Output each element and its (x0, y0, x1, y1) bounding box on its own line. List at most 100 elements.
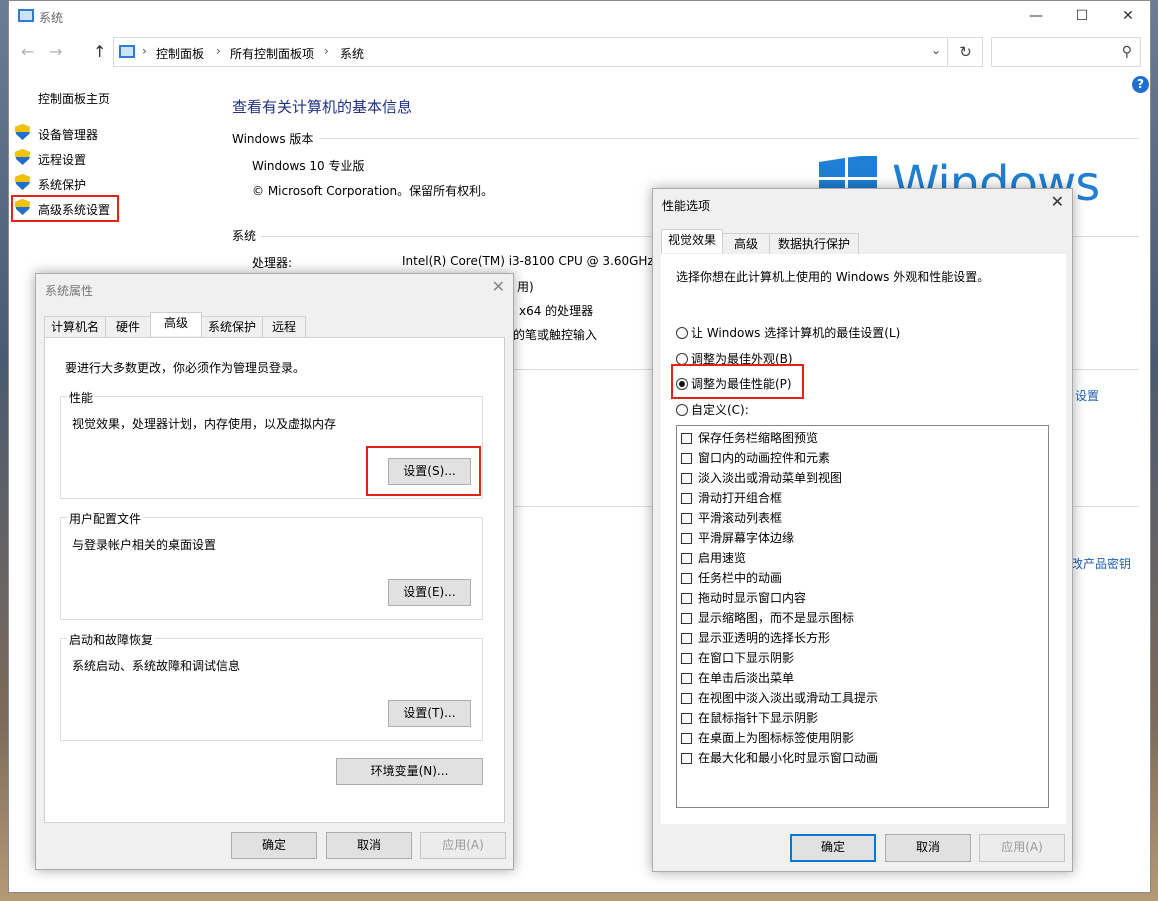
help-icon[interactable]: ? (1132, 76, 1149, 93)
address-bar[interactable]: › 控制面板 › 所有控制面板项 › 系统 ⌄ (113, 37, 948, 67)
search-input[interactable]: ⚲ (991, 37, 1141, 67)
performance-label: 性能 (67, 389, 96, 406)
sidebar-item-system-protection[interactable]: 系统保护 (38, 176, 86, 193)
checkbox-item[interactable]: 平滑屏幕字体边缘 (681, 529, 794, 546)
checkbox-item[interactable]: 窗口内的动画控件和元素 (681, 449, 830, 466)
divider (319, 138, 1139, 139)
forward-arrow-icon[interactable]: → (49, 42, 62, 61)
checkbox-item[interactable]: 在桌面上为图标标签使用阴影 (681, 729, 854, 746)
tab-hardware[interactable]: 硬件 (105, 316, 151, 337)
processor-label: 处理器: (252, 256, 293, 270)
user-profiles-group: 用户配置文件 与登录帐户相关的桌面设置 设置(E)... (60, 510, 483, 620)
user-profiles-settings-button[interactable]: 设置(E)... (388, 579, 471, 606)
checkbox-item[interactable]: 任务栏中的动画 (681, 569, 782, 586)
search-icon: ⚲ (1121, 44, 1132, 60)
control-panel-icon (119, 45, 135, 58)
checkbox (681, 453, 692, 464)
cancel-button[interactable]: 取消 (326, 832, 412, 859)
sidebar-item-remote-settings[interactable]: 远程设置 (38, 151, 86, 168)
radio-circle (676, 327, 688, 339)
startup-recovery-label: 启动和故障恢复 (67, 631, 156, 648)
apply-button[interactable]: 应用(A) (420, 832, 506, 859)
system-type-partial: x64 的处理器 (519, 304, 594, 318)
apply-button[interactable]: 应用(A) (979, 834, 1065, 862)
user-profiles-desc: 与登录帐户相关的桌面设置 (72, 538, 217, 552)
ok-button[interactable]: 确定 (790, 834, 876, 862)
title-bar: 系统 — ☐ ✕ (9, 1, 1150, 32)
checkbox-item[interactable]: 保存任务栏缩略图预览 (681, 429, 818, 446)
highlight-box (11, 195, 119, 222)
checkbox-item[interactable]: 在视图中淡入淡出或滑动工具提示 (681, 689, 878, 706)
visual-effects-panel: 选择你想在此计算机上使用的 Windows 外观和性能设置。 让 Windows… (661, 254, 1066, 824)
edition-section-label: Windows 版本 (232, 132, 314, 146)
checkbox (681, 593, 692, 604)
close-icon[interactable]: ✕ (492, 277, 505, 296)
performance-options-dialog: 性能选项 ✕ 视觉效果 高级 数据执行保护 选择你想在此计算机上使用的 Wind… (652, 188, 1073, 872)
advanced-tab-panel: 要进行大多数更改，你必须作为管理员登录。 性能 视觉效果，处理器计划，内存使用，… (44, 337, 505, 823)
radio-circle (676, 404, 688, 416)
change-product-key-link[interactable]: 改产品密钥 (1071, 555, 1131, 572)
maximize-button[interactable]: ☐ (1059, 3, 1105, 29)
breadcrumb-system[interactable]: 系统 (340, 45, 364, 62)
checkbox-item[interactable]: 淡入淡出或滑动菜单到视图 (681, 469, 842, 486)
checkbox-item[interactable]: 滑动打开组合框 (681, 489, 782, 506)
performance-group: 性能 视觉效果，处理器计划，内存使用，以及虚拟内存 设置(S)... (60, 389, 483, 499)
change-settings-link[interactable]: 设置 (1075, 387, 1099, 404)
admin-note: 要进行大多数更改，你必须作为管理员登录。 (65, 361, 306, 375)
checkbox-item[interactable]: 平滑滚动列表框 (681, 509, 782, 526)
checkbox-item[interactable]: 在单击后淡出菜单 (681, 669, 794, 686)
page-title: 查看有关计算机的基本信息 (232, 98, 413, 116)
shield-icon (15, 174, 30, 190)
checkbox-item[interactable]: 启用速览 (681, 549, 746, 566)
sidebar-item-device-manager[interactable]: 设备管理器 (38, 126, 98, 143)
breadcrumb-all-items[interactable]: 所有控制面板项 (230, 45, 314, 62)
checkbox-item[interactable]: 在窗口下显示阴影 (681, 649, 794, 666)
tab-advanced[interactable]: 高级 (722, 233, 770, 254)
radio-let-windows-choose[interactable]: 让 Windows 选择计算机的最佳设置(L) (676, 324, 900, 341)
ram-value-partial: 用) (517, 280, 534, 294)
copyright-text: © Microsoft Corporation。保留所有权利。 (252, 184, 494, 198)
tab-data-execution-prevention[interactable]: 数据执行保护 (769, 233, 859, 254)
tab-remote[interactable]: 远程 (262, 316, 306, 337)
close-button[interactable]: ✕ (1105, 3, 1151, 29)
cancel-button[interactable]: 取消 (885, 834, 971, 862)
chevron-down-icon[interactable]: ⌄ (931, 43, 941, 57)
shield-icon (15, 124, 30, 140)
tab-strip: 计算机名 硬件 高级 系统保护 远程 (44, 312, 504, 337)
checkbox-item[interactable]: 显示亚透明的选择长方形 (681, 629, 830, 646)
checkbox (681, 533, 692, 544)
tab-computer-name[interactable]: 计算机名 (44, 316, 106, 337)
window-title: 系统 (39, 11, 64, 25)
sidebar-home-link[interactable]: 控制面板主页 (38, 90, 110, 107)
checkbox-item[interactable]: 显示缩略图，而不是显示图标 (681, 609, 854, 626)
performance-desc: 视觉效果，处理器计划，内存使用，以及虚拟内存 (72, 417, 337, 431)
visual-effects-list[interactable]: 保存任务栏缩略图预览 窗口内的动画控件和元素 淡入淡出或滑动菜单到视图 滑动打开… (676, 425, 1049, 808)
checkbox (681, 613, 692, 624)
environment-variables-button[interactable]: 环境变量(N)... (336, 758, 483, 785)
checkbox-item[interactable]: 拖动时显示窗口内容 (681, 589, 806, 606)
back-arrow-icon[interactable]: ← (21, 42, 34, 61)
shield-icon (15, 149, 30, 165)
tab-strip: 视觉效果 高级 数据执行保护 (661, 229, 1061, 254)
checkbox (681, 513, 692, 524)
checkbox-item[interactable]: 在最大化和最小化时显示窗口动画 (681, 749, 878, 766)
checkbox (681, 473, 692, 484)
highlight-box (671, 364, 804, 399)
refresh-button[interactable]: ↻ (949, 37, 983, 67)
up-arrow-icon[interactable]: ↑ (93, 42, 106, 61)
breadcrumb-control-panel[interactable]: 控制面板 (156, 45, 204, 62)
close-icon[interactable]: ✕ (1051, 192, 1064, 211)
radio-custom[interactable]: 自定义(C): (676, 401, 749, 418)
tab-system-protection[interactable]: 系统保护 (201, 316, 263, 337)
checkbox (681, 553, 692, 564)
tab-visual-effects[interactable]: 视觉效果 (661, 229, 723, 253)
startup-recovery-settings-button[interactable]: 设置(T)... (388, 700, 471, 727)
checkbox (681, 573, 692, 584)
checkbox (681, 753, 692, 764)
checkbox-item[interactable]: 在鼠标指针下显示阴影 (681, 709, 818, 726)
minimize-button[interactable]: — (1013, 3, 1059, 29)
tab-advanced[interactable]: 高级 (150, 312, 202, 336)
highlight-box (366, 446, 481, 496)
startup-recovery-desc: 系统启动、系统故障和调试信息 (72, 659, 241, 673)
ok-button[interactable]: 确定 (231, 832, 317, 859)
